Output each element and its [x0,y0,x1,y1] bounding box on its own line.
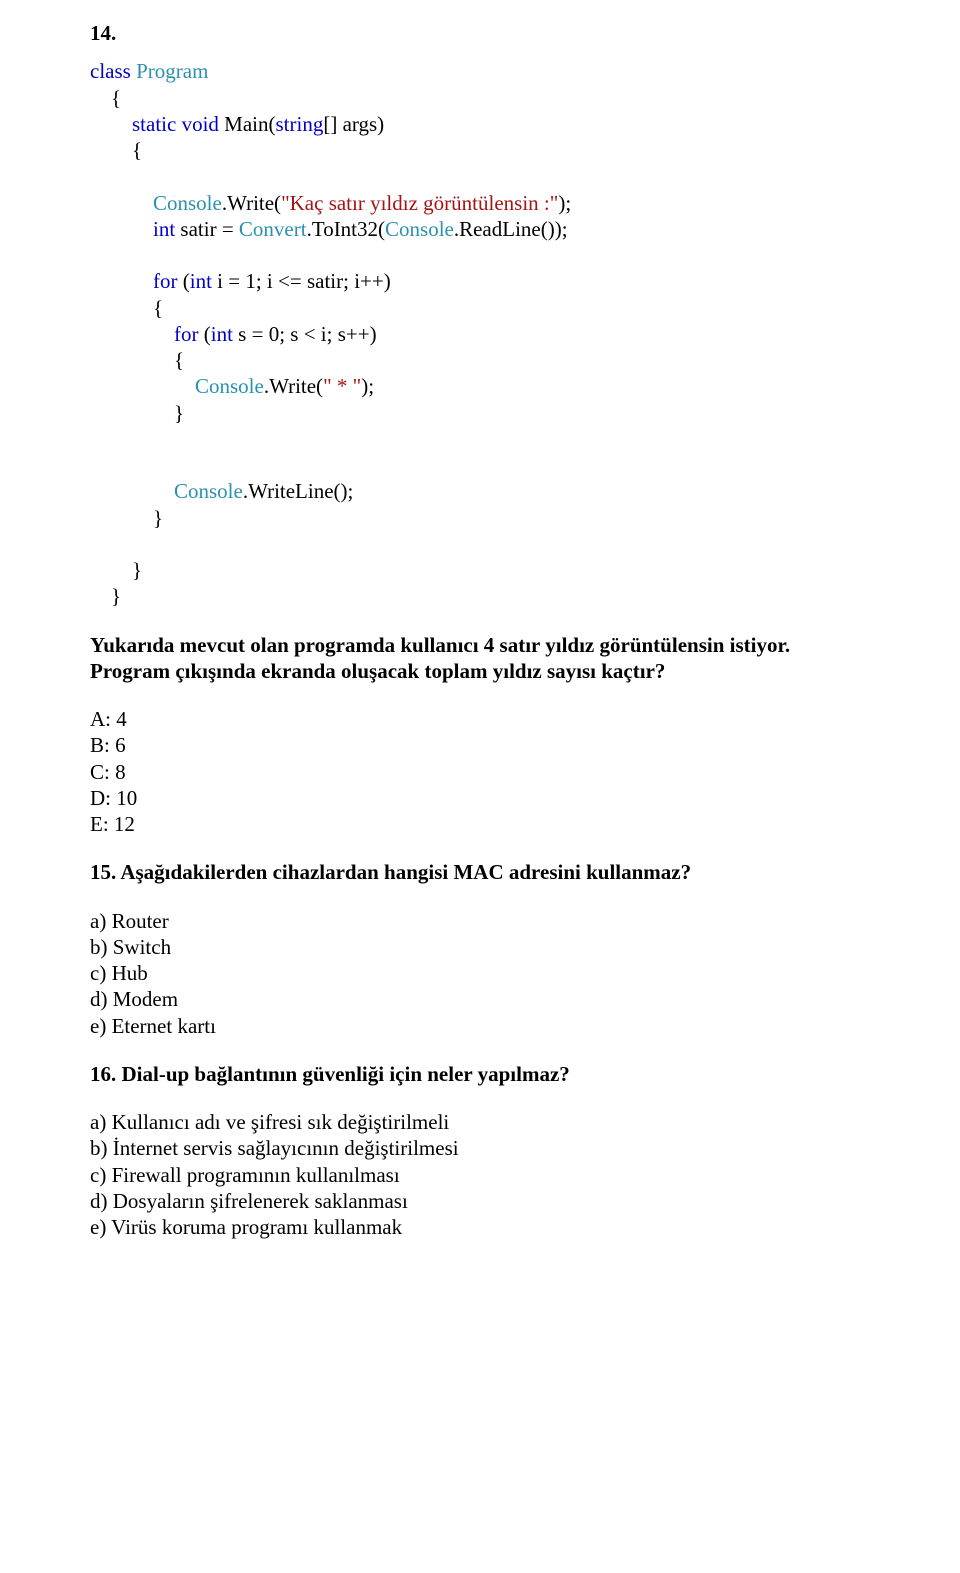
code-token: .Write( [222,191,281,215]
q14-option-b: B: 6 [90,732,960,758]
code-token: i = 1; i <= satir; i++) [212,269,391,293]
code-token: " * " [323,374,361,398]
code-token: Console [385,217,454,241]
code-token: { [90,348,184,372]
q14-number: 14. [90,20,960,46]
q15-option-c: c) Hub [90,960,960,986]
code-token: Console [90,191,222,215]
q16-option-c: c) Firewall programının kullanılması [90,1162,960,1188]
q16-heading: 16. Dial-up bağlantının güvenliği için n… [90,1061,960,1087]
q15-heading: 15. Aşağıdakilerden cihazlardan hangisi … [90,859,960,885]
q14-prompt-line1: Yukarıda mevcut olan programda kullanıcı… [90,632,960,658]
code-token: Console [90,479,243,503]
code-token: int [190,269,212,293]
code-token: "Kaç satır yıldız görüntülensin :" [281,191,558,215]
code-token: } [90,506,163,530]
q15-option-e: e) Eternet kartı [90,1013,960,1039]
code-token: static void [90,112,219,136]
q15-option-d: d) Modem [90,986,960,1012]
code-token: } [90,558,142,582]
code-token: ); [361,374,374,398]
code-token: int [90,217,175,241]
code-token: ( [178,269,190,293]
code-token: int [211,322,233,346]
code-token: Console [90,374,264,398]
code-token: .ReadLine()); [454,217,568,241]
code-token: ); [558,191,571,215]
code-token: ( [199,322,211,346]
q14-code-block: class Program { static void Main(string[… [90,58,960,609]
q15-option-b: b) Switch [90,934,960,960]
code-token: Convert [239,217,307,241]
code-token: { [90,86,121,110]
q14-option-a: A: 4 [90,706,960,732]
code-token: class [90,59,131,83]
q16-option-b: b) İnternet servis sağlayıcının değiştir… [90,1135,960,1161]
code-token: { [90,296,163,320]
q14-prompt-line2: Program çıkışında ekranda oluşacak topla… [90,658,960,684]
code-token: } [90,401,184,425]
q14-option-d: D: 10 [90,785,960,811]
code-token: for [90,322,199,346]
code-token: satir = [175,217,239,241]
q14-option-e: E: 12 [90,811,960,837]
code-token: Program [131,59,209,83]
code-token: } [90,584,121,608]
q15-option-a: a) Router [90,908,960,934]
code-token: s = 0; s < i; s++) [233,322,377,346]
q16-option-a: a) Kullanıcı adı ve şifresi sık değiştir… [90,1109,960,1135]
code-token: .Write( [264,374,323,398]
q14-option-c: C: 8 [90,759,960,785]
q16-option-e: e) Virüs koruma programı kullanmak [90,1214,960,1240]
code-token: { [90,138,142,162]
q16-option-d: d) Dosyaların şifrelenerek saklanması [90,1188,960,1214]
code-token: for [90,269,178,293]
code-token: Main( [219,112,276,136]
code-token: string [275,112,323,136]
code-token: [] args) [323,112,384,136]
code-token: .ToInt32( [307,217,385,241]
code-token: .WriteLine(); [243,479,354,503]
